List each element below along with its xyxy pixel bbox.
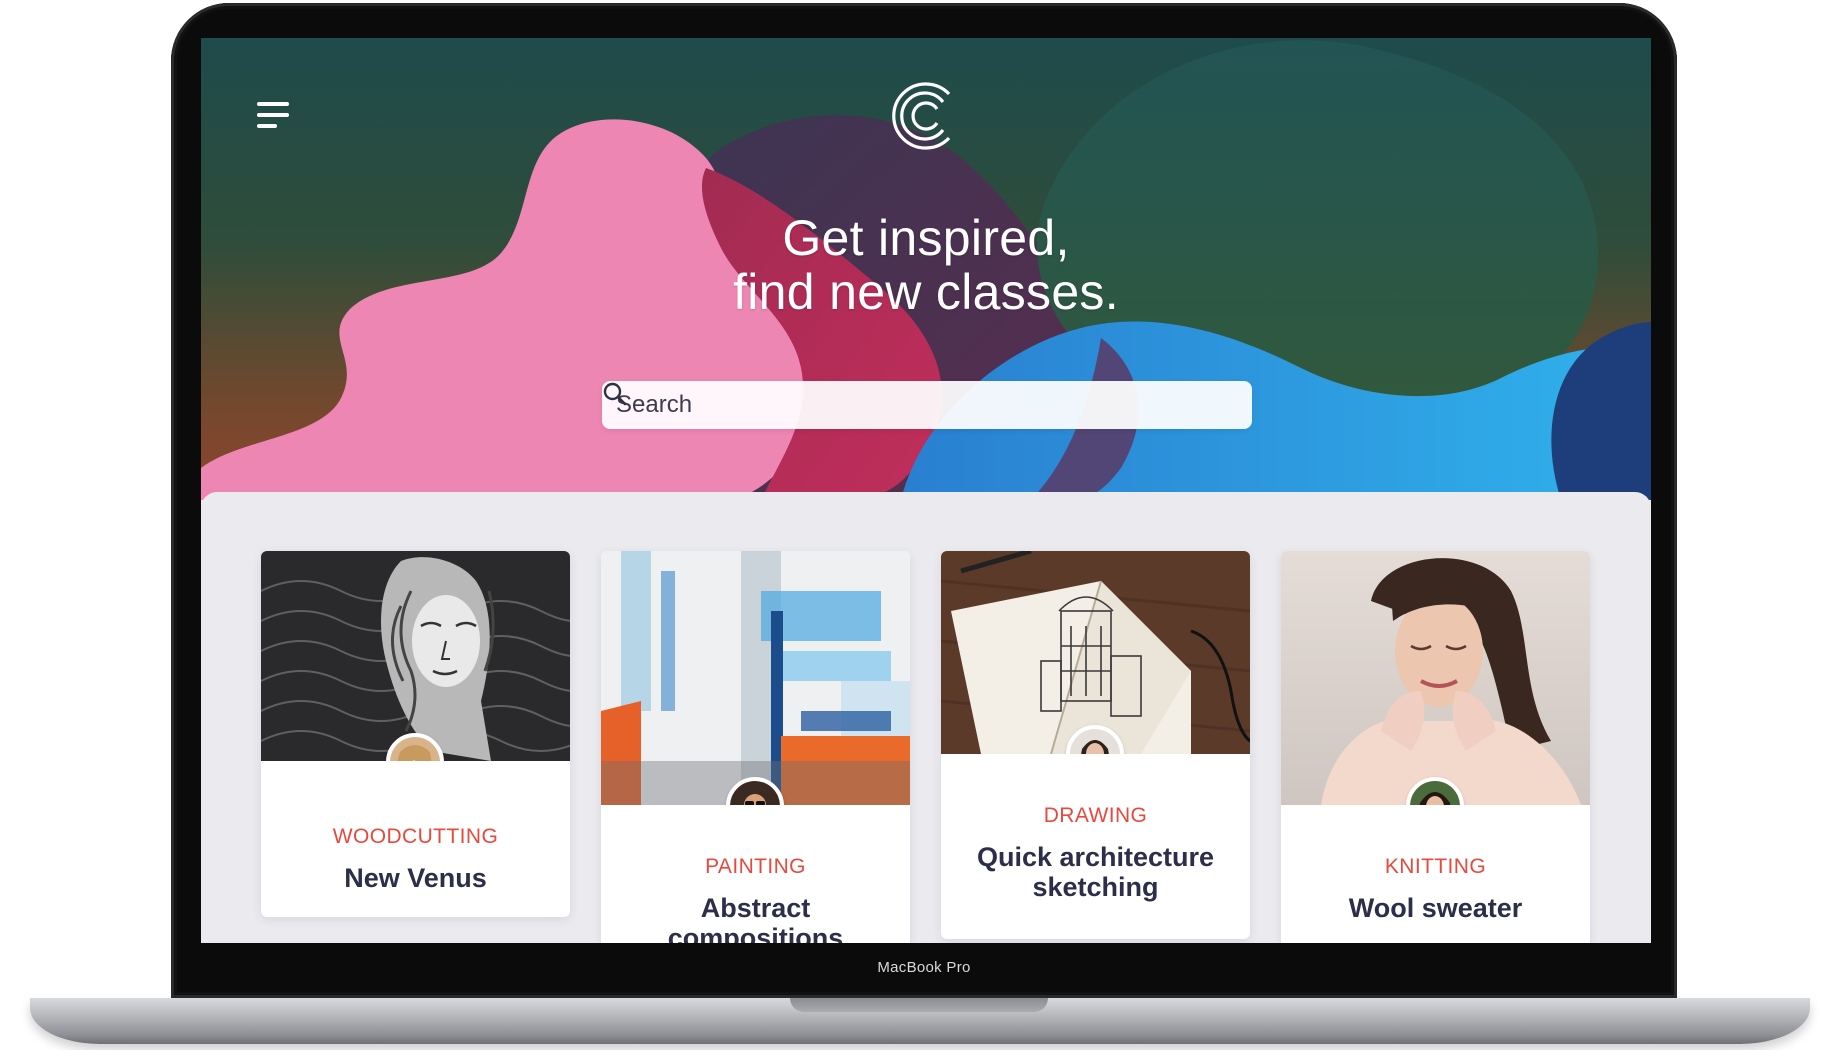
class-category: PAINTING [705, 855, 806, 878]
class-category: WOODCUTTING [332, 825, 499, 848]
class-card-image [601, 551, 910, 805]
hero-title: Get inspired, find new classes. [201, 211, 1651, 319]
brand-logo-c-icon[interactable] [891, 80, 957, 152]
class-category: DRAWING [1043, 804, 1148, 827]
laptop-mockup: MacBook Pro Get inspired, find new class… [0, 0, 1830, 1050]
hamburger-menu-icon[interactable] [257, 98, 293, 134]
class-title: Abstract compositions [667, 893, 844, 943]
hero-banner: Get inspired, find new classes. [201, 38, 1651, 500]
search-input[interactable] [616, 391, 1176, 419]
laptop-notch [790, 998, 1048, 1012]
class-card-knitting[interactable]: KNITTING Wool sweater [1281, 551, 1590, 943]
hero-title-line-1: Get inspired, [782, 210, 1070, 266]
class-card-image [1281, 551, 1590, 805]
app-screen: Get inspired, find new classes. Search W… [201, 38, 1651, 943]
class-title: Quick architecture sketching [976, 842, 1215, 902]
class-card-woodcutting[interactable]: WOODCUTTING New Venus [261, 551, 570, 917]
menu-line [257, 124, 277, 128]
search-icon [603, 382, 627, 406]
class-title: Wool sweater [1348, 893, 1523, 923]
device-label: MacBook Pro [877, 959, 971, 976]
menu-line [257, 113, 289, 117]
class-card-image [941, 551, 1250, 754]
class-card-image [261, 551, 570, 761]
search-bar[interactable] [602, 381, 1252, 429]
classes-section: WOODCUTTING New Venus PAINTING Abstract … [201, 492, 1651, 943]
class-category: KNITTING [1384, 855, 1487, 878]
menu-line [257, 102, 289, 106]
class-title: New Venus [344, 863, 487, 893]
hero-title-line-2: find new classes. [733, 264, 1119, 320]
class-card-drawing[interactable]: DRAWING Quick architecture sketching [941, 551, 1250, 939]
class-card-painting[interactable]: PAINTING Abstract compositions [601, 551, 910, 943]
